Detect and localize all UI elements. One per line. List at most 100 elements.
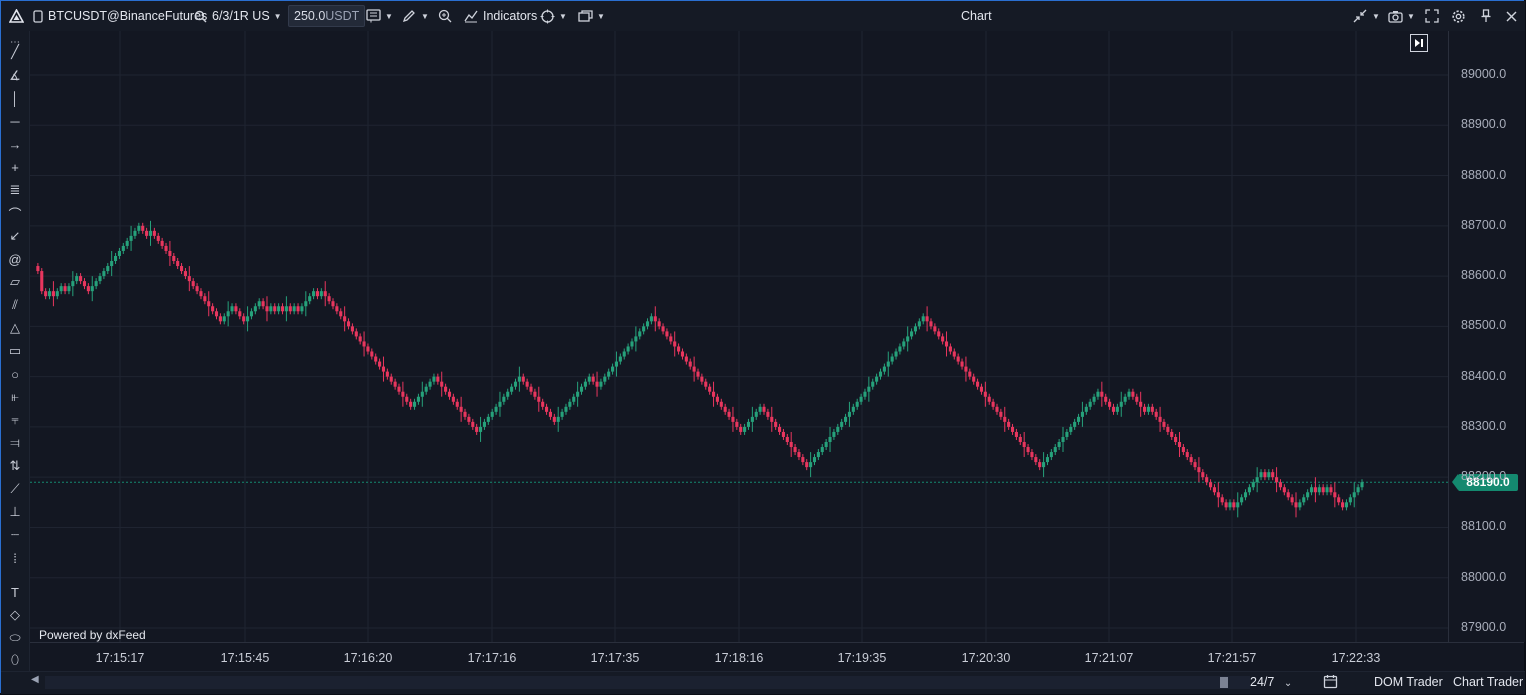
candle — [704, 381, 708, 387]
session-label: 24/7 — [1250, 675, 1275, 689]
candle — [339, 311, 343, 317]
parallel-lines-icon[interactable]: ≣ — [6, 181, 24, 199]
align-right-icon[interactable]: ⫤ — [6, 434, 24, 452]
sync-button[interactable]: ▼ — [1352, 1, 1380, 31]
drawing-button[interactable]: ▼ — [401, 1, 429, 31]
chart-plot-area[interactable] — [30, 31, 1448, 642]
candle — [288, 306, 292, 312]
calendar-button[interactable] — [1323, 674, 1338, 692]
candle — [867, 386, 871, 392]
candle — [677, 346, 681, 352]
horizontal-scrollbar[interactable] — [45, 676, 1250, 689]
candle — [1030, 452, 1034, 458]
candle — [1212, 487, 1216, 493]
close-button[interactable] — [1503, 1, 1519, 31]
indicators-button[interactable]: Indicators — [463, 1, 537, 31]
candle — [180, 266, 184, 272]
settings-button[interactable] — [1450, 1, 1466, 31]
pin-button[interactable] — [1478, 1, 1494, 31]
candle — [941, 336, 945, 342]
circle-icon[interactable]: ○ — [6, 365, 24, 383]
align-center-icon[interactable]: ⫧ — [6, 411, 24, 429]
gear-icon — [1450, 8, 1466, 24]
candle — [1158, 416, 1162, 422]
candle — [1166, 426, 1170, 432]
angle-icon[interactable]: ∡ — [6, 67, 24, 85]
fullscreen-button[interactable] — [1424, 1, 1440, 31]
candle — [1356, 487, 1360, 493]
close-icon — [1503, 8, 1519, 24]
zoom-button[interactable] — [437, 1, 453, 31]
spiral-icon[interactable]: @ — [6, 250, 24, 268]
dom-trader-button[interactable]: DOM Trader — [1374, 675, 1443, 689]
candle — [836, 426, 840, 432]
candle — [708, 386, 712, 392]
candle — [1282, 487, 1286, 493]
arrow-icon[interactable]: → — [6, 135, 24, 153]
candle — [1022, 441, 1026, 448]
candle — [801, 457, 805, 463]
price-axis[interactable]: 88190.0 89000.0 88900.0 88800.0 88700.0 8860… — [1448, 31, 1525, 642]
screenshot-button[interactable]: ▼ — [1387, 1, 1415, 31]
candle — [199, 291, 203, 297]
symbol-selector[interactable]: BTCUSDT@BinanceFutures — [30, 1, 207, 31]
candle — [1317, 487, 1321, 493]
text-icon[interactable]: T — [6, 583, 24, 601]
align-left-icon[interactable]: ⫦ — [6, 388, 24, 406]
candle — [494, 406, 498, 412]
time-axis[interactable]: 17:15:17 17:15:45 17:16:20 17:17:16 17:17:35… — [30, 642, 1524, 672]
crosshair-icon[interactable]: + — [6, 158, 24, 176]
candle — [735, 421, 739, 427]
session-selector[interactable]: 24/7 ⌄ — [1250, 675, 1292, 689]
chart-trader-button[interactable]: Chart Trader — [1453, 675, 1523, 689]
up-down-arrows-icon[interactable]: ⇅ — [6, 457, 24, 475]
candle — [498, 401, 502, 407]
split-icon[interactable]: ⊥ — [6, 503, 24, 521]
quantity-field[interactable]: 250.0 USDT — [288, 5, 366, 27]
candle — [467, 416, 471, 422]
curve-icon[interactable]: ⌒ — [6, 204, 24, 222]
candle — [1111, 406, 1116, 412]
candle — [374, 356, 378, 362]
triangle-icon[interactable]: △ — [6, 319, 24, 337]
horizontal-line-icon[interactable]: ─ — [6, 112, 24, 130]
dotted-box-icon[interactable]: ⁞ — [6, 549, 24, 567]
candle — [882, 366, 886, 372]
candle — [603, 376, 607, 382]
arrow-marker-icon[interactable]: ↙ — [6, 227, 24, 245]
chart-line-icon[interactable]: ⟋ — [6, 480, 24, 498]
label-icon[interactable]: ⬭ — [6, 629, 24, 647]
scroll-to-end-button[interactable] — [1410, 34, 1428, 52]
tag-icon[interactable]: ◇ — [6, 606, 24, 624]
candle — [1321, 487, 1325, 493]
trend-line-icon[interactable]: ╱ — [6, 43, 24, 61]
candle — [607, 371, 611, 377]
eraser-icon[interactable]: ⬯ — [6, 651, 24, 669]
candle — [145, 230, 149, 236]
vertical-line-icon[interactable]: │ — [6, 89, 24, 107]
layout-button[interactable]: ▼ — [577, 1, 605, 31]
candle — [385, 371, 389, 377]
candle — [987, 396, 991, 402]
app-logo-icon[interactable] — [9, 1, 24, 31]
candle — [1224, 502, 1228, 508]
candle — [432, 376, 436, 382]
timeframe-selector[interactable]: 6/3/1R US ▼ — [192, 1, 282, 31]
candle — [1007, 421, 1011, 427]
ruler-icon[interactable]: ▱ — [6, 273, 24, 291]
favorite-bookmark-icon[interactable] — [30, 8, 46, 24]
hatch-icon[interactable]: ⫽ — [6, 296, 24, 314]
candle — [809, 462, 813, 468]
scroll-left-icon[interactable]: ◀ — [31, 674, 39, 685]
symbol-name: BTCUSDT@BinanceFutures — [48, 9, 208, 23]
dotted-line-icon[interactable]: ┈ — [6, 526, 24, 544]
crosshair-mode-button[interactable]: ▼ — [539, 1, 567, 31]
candle — [715, 396, 719, 402]
candle — [1271, 472, 1275, 478]
candle — [490, 411, 494, 417]
rectangle-icon[interactable]: ▭ — [6, 342, 24, 360]
candle — [576, 391, 580, 397]
scrollbar-thumb[interactable] — [1220, 677, 1228, 688]
candle — [1278, 482, 1283, 488]
chart-type-button[interactable]: ▼ — [365, 1, 393, 31]
